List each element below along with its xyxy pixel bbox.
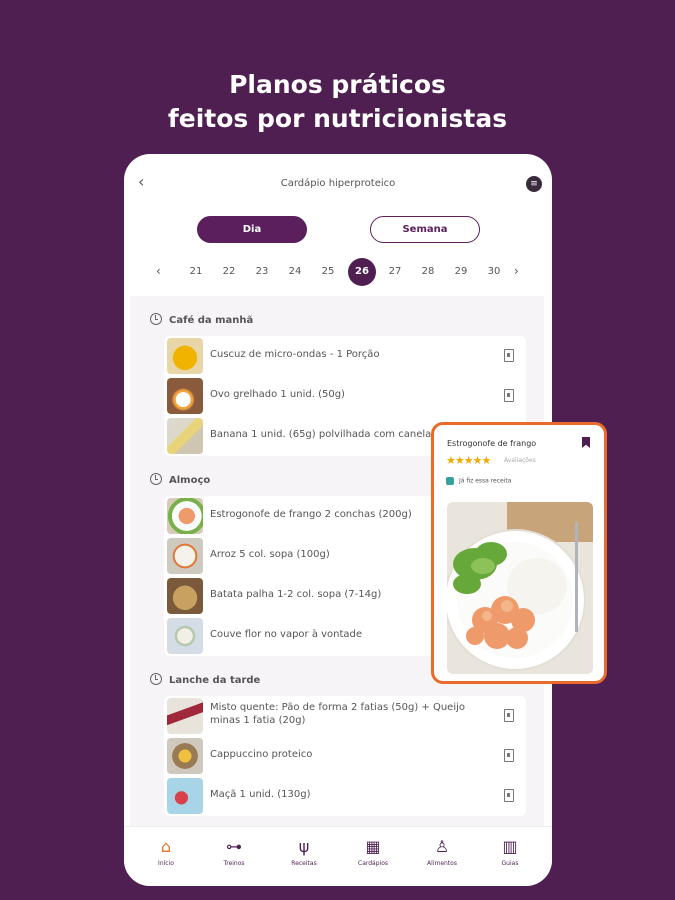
nav-label: Cardápios [358, 860, 388, 867]
recipe-title: Estrogonofe de frango [447, 439, 537, 448]
clock-icon [150, 473, 162, 485]
nav-label: Guias [501, 860, 519, 867]
nav-label: Início [158, 860, 174, 867]
page-title: Cardápio hiperproteico [280, 178, 396, 189]
clock-icon [150, 673, 162, 685]
food-thumbnail [167, 778, 203, 814]
bottom-nav: ⌂ Início ⊶ Treinos ψ Receitas ▦ Cardápio… [124, 826, 552, 886]
nav-inicio[interactable]: ⌂ Início [136, 837, 196, 867]
dish-photo [447, 502, 593, 674]
food-label: Maçã 1 unid. (130g) [210, 789, 311, 800]
top-bar: ‹ Cardápio hiperproteico ≡ [124, 154, 552, 212]
section-title-cafe: Café da manhã [150, 313, 254, 326]
section-title: Almoço [169, 475, 211, 486]
section-title: Lanche da tarde [169, 675, 261, 686]
bookmark-icon[interactable] [582, 437, 590, 448]
food-label: Misto quente: Pão de forma 2 fatias (50g… [210, 702, 465, 726]
headline: Planos práticos feitos por nutricionista… [0, 68, 675, 136]
date-item-selected[interactable]: 26 [348, 258, 376, 286]
rating-label: Avaliações [504, 457, 536, 464]
food-thumbnail [167, 738, 203, 774]
date-item[interactable]: 23 [248, 258, 276, 286]
nav-label: Alimentos [427, 860, 457, 867]
checkbox-icon[interactable] [446, 477, 454, 485]
food-thumbnail [167, 578, 203, 614]
recipe-book-icon[interactable] [504, 389, 514, 402]
tab-dia[interactable]: Dia [197, 216, 307, 243]
date-item[interactable]: 30 [480, 258, 508, 286]
date-item[interactable]: 29 [447, 258, 475, 286]
recipe-preview-card[interactable]: Estrogonofe de frango ★★★★★ Avaliações J… [431, 422, 607, 684]
nav-treinos[interactable]: ⊶ Treinos [204, 837, 264, 867]
nav-receitas[interactable]: ψ Receitas [274, 837, 334, 867]
food-thumbnail [167, 698, 203, 734]
date-selector: ‹ 21 22 23 24 25 26 27 28 29 30 › [124, 258, 552, 288]
food-label: Cuscuz de micro-ondas - 1 Porção [210, 349, 380, 360]
date-item[interactable]: 21 [182, 258, 210, 286]
cutlery-icon: ψ [298, 837, 310, 856]
meal-card-lanche: Misto quente: Pão de forma 2 fatias (50g… [164, 696, 526, 816]
checkbox-label: Já fiz essa receita [459, 477, 512, 485]
food-thumbnail [167, 338, 203, 374]
recipe-book-icon[interactable] [504, 709, 514, 722]
nav-alimentos[interactable]: ♙ Alimentos [412, 837, 472, 867]
prev-week-icon[interactable]: ‹ [156, 264, 161, 278]
list-item[interactable]: Misto quente: Pão de forma 2 fatias (50g… [164, 696, 526, 736]
food-thumbnail [167, 418, 203, 454]
recipe-book-icon[interactable] [504, 749, 514, 762]
food-label: Ovo grelhado 1 unid. (50g) [210, 389, 345, 400]
menu-icon[interactable]: ≡ [526, 176, 542, 192]
made-recipe-checkbox[interactable]: Já fiz essa receita [446, 477, 511, 485]
section-title: Café da manhã [169, 315, 254, 326]
date-item[interactable]: 28 [414, 258, 442, 286]
nav-label: Treinos [223, 860, 245, 867]
section-title-lanche: Lanche da tarde [150, 673, 261, 686]
next-week-icon[interactable]: › [514, 264, 519, 278]
clock-icon [150, 313, 162, 325]
recipe-book-icon[interactable] [504, 789, 514, 802]
nav-guias[interactable]: ▥ Guias [480, 837, 540, 867]
list-item[interactable]: Maçã 1 unid. (130g) [164, 776, 526, 816]
home-icon: ⌂ [160, 837, 172, 856]
headline-line-2: feitos por nutricionistas [167, 104, 508, 133]
list-item[interactable]: Cuscuz de micro-ondas - 1 Porção [164, 336, 526, 376]
food-thumbnail [167, 618, 203, 654]
date-item[interactable]: 25 [314, 258, 342, 286]
list-item[interactable]: Ovo grelhado 1 unid. (50g) [164, 376, 526, 416]
list-item[interactable]: Cappuccino proteico [164, 736, 526, 776]
food-label: Cappuccino proteico [210, 749, 313, 760]
date-item[interactable]: 27 [381, 258, 409, 286]
carrot-icon: ♙ [434, 837, 450, 856]
headline-line-1: Planos práticos [229, 70, 446, 99]
food-thumbnail [167, 378, 203, 414]
nav-label: Receitas [291, 860, 317, 867]
calendar-icon: ▦ [365, 837, 381, 856]
tab-semana[interactable]: Semana [370, 216, 480, 243]
rating-stars: ★★★★★ [446, 454, 491, 467]
food-thumbnail [167, 498, 203, 534]
book-icon: ▥ [502, 837, 518, 856]
date-item[interactable]: 24 [281, 258, 309, 286]
section-title-almoco: Almoço [150, 473, 211, 486]
date-item[interactable]: 22 [215, 258, 243, 286]
nav-cardapios[interactable]: ▦ Cardápios [343, 837, 403, 867]
food-thumbnail [167, 538, 203, 574]
dumbbell-icon: ⊶ [226, 837, 242, 856]
recipe-book-icon[interactable] [504, 349, 514, 362]
